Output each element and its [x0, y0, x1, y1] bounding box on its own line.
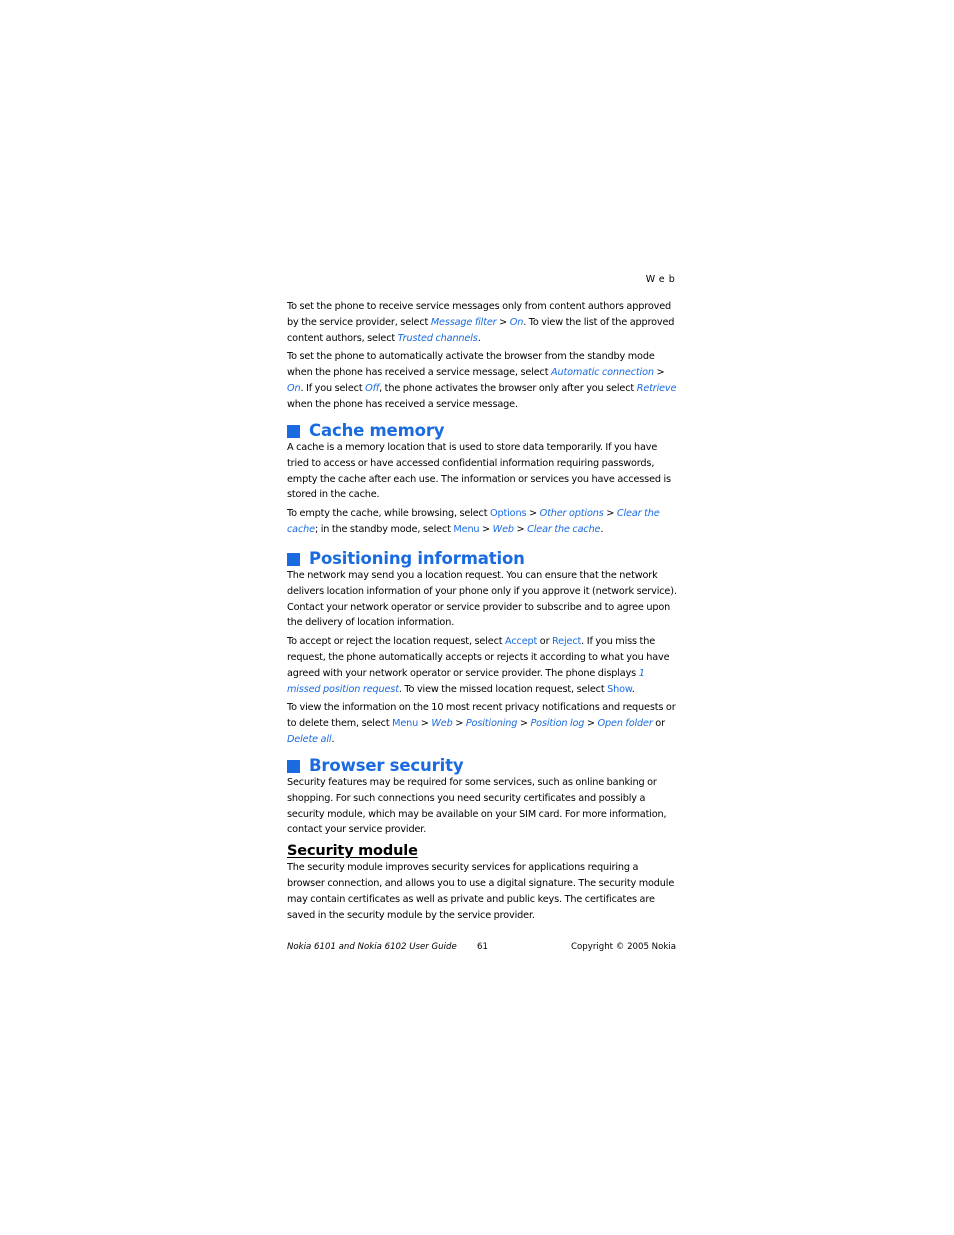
- section-heading-positioning: Positioning information: [287, 549, 677, 568]
- menu-term-on: On: [287, 382, 301, 394]
- menu-term-position-log: Position log: [530, 718, 585, 730]
- footer-page-number: 61: [477, 942, 488, 952]
- cache-clear-paragraph: To empty the cache, while browsing, sele…: [287, 508, 660, 535]
- softkey-accept: Accept: [505, 636, 538, 648]
- menu-term-retrieve: Retrieve: [636, 382, 677, 394]
- page-footer: Nokia 6101 and Nokia 6102 User Guide 61 …: [287, 942, 676, 952]
- menu-term-delete-all: Delete all: [287, 733, 332, 745]
- section-heading-browser-security: Browser security: [287, 756, 677, 775]
- section-bullet-icon: [287, 552, 300, 566]
- softkey-show: Show: [607, 683, 632, 695]
- section-bullet-icon: [287, 424, 300, 438]
- intro-section: To set the phone to receive service mess…: [287, 299, 677, 416]
- menu-term-clear-the-cache: Clear the cache: [527, 523, 601, 535]
- positioning-log-paragraph: To view the information on the 10 most r…: [287, 702, 676, 745]
- browser-security-section: Browser security Security features may b…: [287, 756, 677, 926]
- browser-security-paragraph: Security features may be required for so…: [287, 777, 667, 836]
- subheading-security-module: Security module: [287, 843, 418, 860]
- positioning-section: Positioning information The network may …: [287, 549, 677, 751]
- positioning-accept-paragraph: To accept or reject the location request…: [287, 636, 670, 695]
- menu-term-positioning: Positioning: [465, 718, 518, 730]
- cache-memory-section: Cache memory A cache is a memory locatio…: [287, 421, 677, 541]
- security-module-paragraph: The security module improves security se…: [287, 862, 675, 921]
- menu-term-off: Off: [365, 382, 380, 394]
- softkey-options: Options: [490, 508, 527, 520]
- softkey-menu: Menu: [453, 523, 480, 535]
- footer-copyright: Copyright © 2005 Nokia: [571, 942, 676, 952]
- menu-term-other-options: Other options: [539, 508, 604, 520]
- menu-term-automatic-connection: Automatic connection: [551, 367, 654, 379]
- running-header: Web: [645, 274, 679, 285]
- positioning-paragraph: The network may send you a location requ…: [287, 570, 677, 629]
- menu-term-web: Web: [431, 718, 453, 730]
- section-heading-cache-memory: Cache memory: [287, 421, 677, 440]
- menu-term-web: Web: [492, 523, 514, 535]
- intro-paragraph-automatic-connection: To set the phone to automatically activa…: [287, 351, 677, 410]
- section-bullet-icon: [287, 759, 300, 773]
- cache-paragraph: A cache is a memory location that is use…: [287, 442, 671, 501]
- menu-term-open-folder: Open folder: [597, 718, 653, 730]
- menu-term-message-filter: Message filter: [430, 316, 497, 328]
- softkey-menu: Menu: [392, 718, 419, 730]
- menu-term-on: On: [509, 316, 524, 328]
- footer-guide-title: Nokia 6101 and Nokia 6102 User Guide: [287, 942, 457, 952]
- menu-term-trusted-channels: Trusted channels: [397, 332, 478, 344]
- softkey-reject: Reject: [552, 636, 582, 648]
- intro-paragraph-message-filter: To set the phone to receive service mess…: [287, 301, 675, 344]
